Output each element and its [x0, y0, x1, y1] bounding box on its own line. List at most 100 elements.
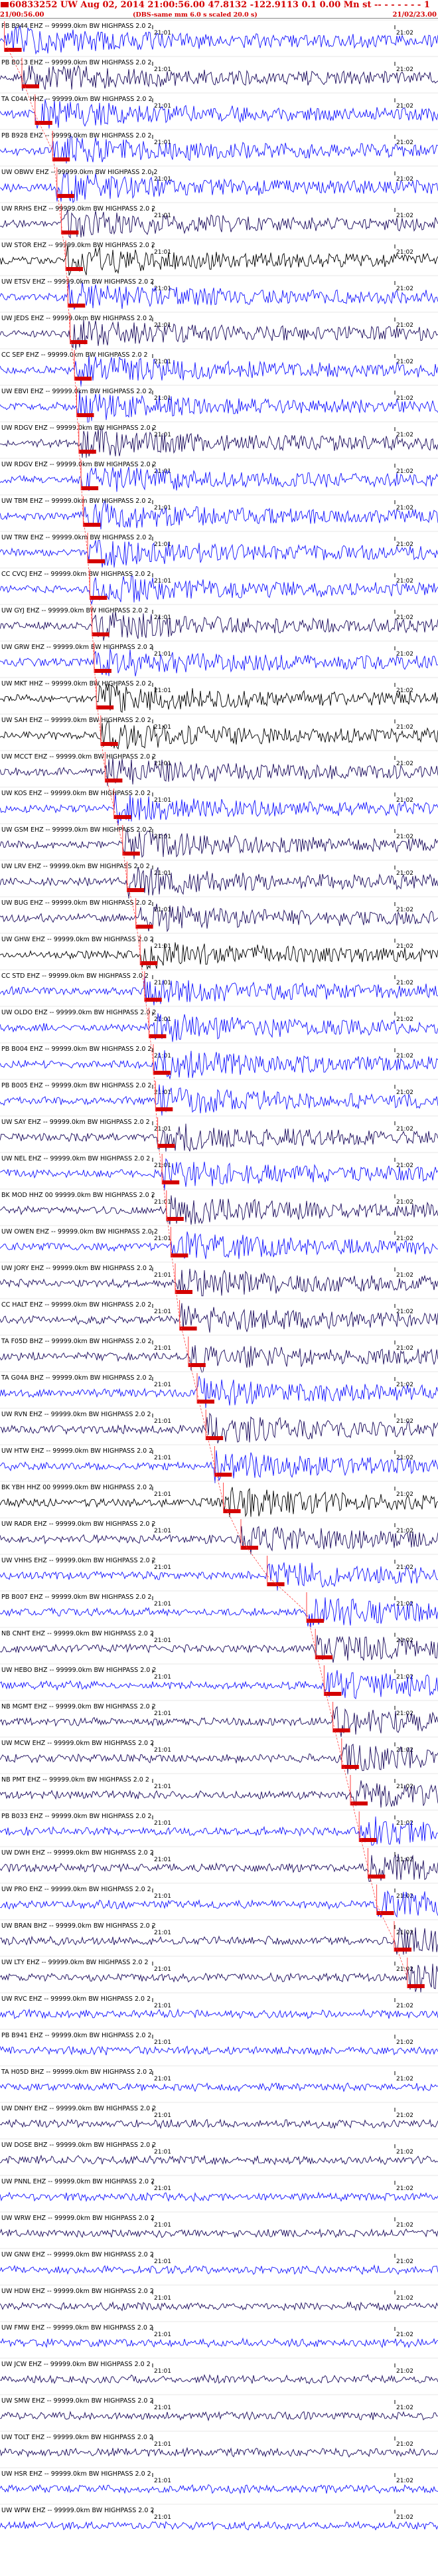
pick-marker	[223, 1509, 241, 1513]
pick-marker	[267, 1582, 285, 1586]
waveform-trace	[0, 2264, 438, 2275]
station-label: UW HTW EHZ -- 99999.0km BW HIGHPASS 2.0 …	[1, 1447, 153, 1455]
time-tick-label: 21:02	[396, 2003, 413, 2009]
waveform-trace	[0, 2082, 438, 2092]
time-tick-label: 21:02	[396, 1528, 413, 1534]
pick-marker	[179, 1327, 197, 1331]
time-tick-label: 21:02	[396, 651, 413, 658]
time-tick-label: 21:01	[154, 1710, 171, 1717]
waveform-trace	[0, 1635, 438, 1663]
pick-marker	[61, 230, 79, 234]
time-tick-label: 21:01	[154, 1199, 171, 1206]
time-tick-label: 21:01	[154, 688, 171, 694]
station-label: PB B005 EHZ -- 99999.0km BW HIGHPASS 2.0…	[1, 1082, 151, 1089]
waveform-trace	[0, 1743, 438, 1775]
waveform-trace	[0, 683, 438, 713]
station-label: UW RDGV EHZ -- 99999.0km BW HIGHPASS 2.0…	[1, 461, 157, 468]
waveform-trace	[0, 320, 438, 350]
station-label: UW BRAN BHZ -- 99999.0km BW HIGHPASS 2.0…	[1, 1922, 156, 1930]
waveform-trace	[0, 2484, 438, 2495]
time-tick-label: 21:02	[396, 1126, 413, 1133]
station-label: CC CVCJ EHZ -- 99999.0km BW HIGHPASS 2.0…	[1, 571, 151, 578]
waveform-trace	[0, 2228, 438, 2239]
pick-marker	[127, 888, 145, 892]
station-label: CC HALT EHZ -- 99999.0km BW HIGHPASS 2.0…	[1, 1301, 151, 1309]
waveform-trace	[0, 282, 438, 310]
station-label: TA F05D BHZ -- 99999.0km BW HIGHPASS 2.0…	[1, 1338, 152, 1345]
waveform-trace	[0, 1597, 438, 1628]
waveform-trace	[0, 942, 438, 970]
pick-marker	[52, 157, 70, 161]
waveform-trace	[0, 64, 438, 91]
waveform-trace	[0, 539, 438, 568]
time-tick-label: 21:01	[154, 2368, 171, 2375]
station-label: UW ETSV EHZ -- 99999.0km BW HIGHPASS 2.0…	[1, 278, 154, 286]
station-label: UW MKT HHZ -- 99999.0km BW HIGHPASS 2.0 …	[1, 680, 152, 688]
time-tick-label: 21:02	[396, 213, 413, 219]
station-label: UW GNW EHZ -- 99999.0km BW HIGHPASS 2.0 …	[1, 2251, 154, 2258]
time-tick-label: 21:02	[396, 2478, 413, 2484]
seismogram-plot: 21:01 21:02 PB B944 EHZ -- 99999.0km BW HI…	[0, 19, 438, 2531]
time-tick-label: 21:01	[154, 2185, 171, 2192]
time-tick-label: 21:02	[396, 870, 413, 877]
waveform-trace	[0, 2154, 438, 2165]
time-tick-label: 21:02	[396, 2185, 413, 2192]
waveform-trace	[0, 355, 438, 387]
waveform-trace	[0, 1450, 438, 1483]
station-label: UW HDW EHZ -- 99999.0km BW HIGHPASS 2.0 …	[1, 2288, 154, 2295]
station-label: UW TBM EHZ -- 99999.0km BW HIGHPASS 2.0 …	[1, 498, 151, 505]
waveform-trace	[0, 1345, 438, 1373]
station-label: UW RRHS EHZ -- 99999.0km BW HIGHPASS 2.0…	[1, 205, 155, 213]
time-tick-label: 21:02	[396, 30, 413, 37]
time-tick-label: 21:02	[396, 1309, 413, 1315]
time-tick-label: 21:02	[396, 66, 413, 73]
station-label: UW BUG EHZ -- 99999.0km BW HIGHPASS 2.0 …	[1, 899, 152, 907]
time-tick-label: 21:02	[396, 578, 413, 585]
pick-marker	[324, 1692, 342, 1696]
time-tick-label: 21:01	[154, 213, 171, 219]
station-label: UW OLDO EHZ -- 99999.0km BW HIGHPASS 2.0…	[1, 1009, 156, 1016]
time-tick-label: 21:02	[396, 980, 413, 986]
station-label: UW WRW EHZ -- 99999.0km BW HIGHPASS 2.0 …	[1, 2215, 155, 2222]
time-tick-label: 21:01	[154, 2332, 171, 2338]
time-tick-label: 21:02	[396, 1564, 413, 1571]
station-label: UW SAH EHZ -- 99999.0km BW HIGHPASS 2.0 …	[1, 717, 151, 724]
time-tick-label: 21:01	[154, 2149, 171, 2156]
time-tick-label: 21:02	[396, 2039, 413, 2046]
time-tick-label: 21:01	[154, 1053, 171, 1059]
station-label: UW PRO EHZ -- 99999.0km BW HIGHPASS 2.0 …	[1, 1886, 151, 1893]
pick-marker	[157, 1144, 175, 1148]
waveform-trace	[0, 1013, 438, 1042]
time-tick-label: 21:02	[396, 761, 413, 767]
station-label: PB B941 EHZ -- 99999.0km BW HIGHPASS 2.0…	[1, 2032, 151, 2039]
time-tick-label: 21:01	[154, 1126, 171, 1133]
time-tick-label: 21:01	[154, 286, 171, 292]
waveform-trace	[0, 793, 438, 826]
time-tick-label: 21:01	[154, 907, 171, 913]
time-tick-label: 21:02	[396, 1345, 413, 1352]
station-label: UW SMW EHZ -- 99999.0km BW HIGHPASS 2.0 …	[1, 2397, 154, 2405]
station-label: BK MOD HHZ 00 99999.0km BW HIGHPASS 2.0 …	[1, 1192, 155, 1199]
time-tick-label: 21:02	[396, 1674, 413, 1681]
station-label: PB B033 EHZ -- 99999.0km BW HIGHPASS 2.0…	[1, 1813, 151, 1820]
waveform-trace	[0, 391, 438, 423]
time-tick-label: 21:02	[396, 1491, 413, 1498]
pick-marker	[214, 1473, 232, 1477]
waveform-trace	[0, 648, 438, 677]
station-label: NB CNHT EHZ -- 99999.0km BW HIGHPASS 2.0…	[1, 1630, 154, 1637]
waveform-trace	[0, 172, 438, 204]
pick-marker	[81, 486, 99, 490]
station-label: PB B928 EHZ -- 99999.0km BW HIGHPASS 2.0…	[1, 132, 151, 139]
station-label: CC STD EHZ -- 99999.0km BW HIGHPASS 2.0 …	[1, 972, 149, 980]
time-tick-label: 21:01	[154, 1601, 171, 1608]
time-tick-label: 21:02	[396, 176, 413, 183]
waveform-trace	[0, 2373, 438, 2385]
pick-marker	[94, 669, 111, 673]
time-tick-label: 21:02	[396, 834, 413, 840]
time-tick-label: 21:01	[154, 1345, 171, 1352]
time-tick-label: 21:01	[154, 1016, 171, 1023]
pick-marker	[105, 779, 123, 782]
time-tick-label: 21:02	[396, 1418, 413, 1425]
station-label: UW MCCT EHZ -- 99999.0km BW HIGHPASS 2.0…	[1, 753, 156, 761]
pick-marker	[56, 194, 74, 198]
